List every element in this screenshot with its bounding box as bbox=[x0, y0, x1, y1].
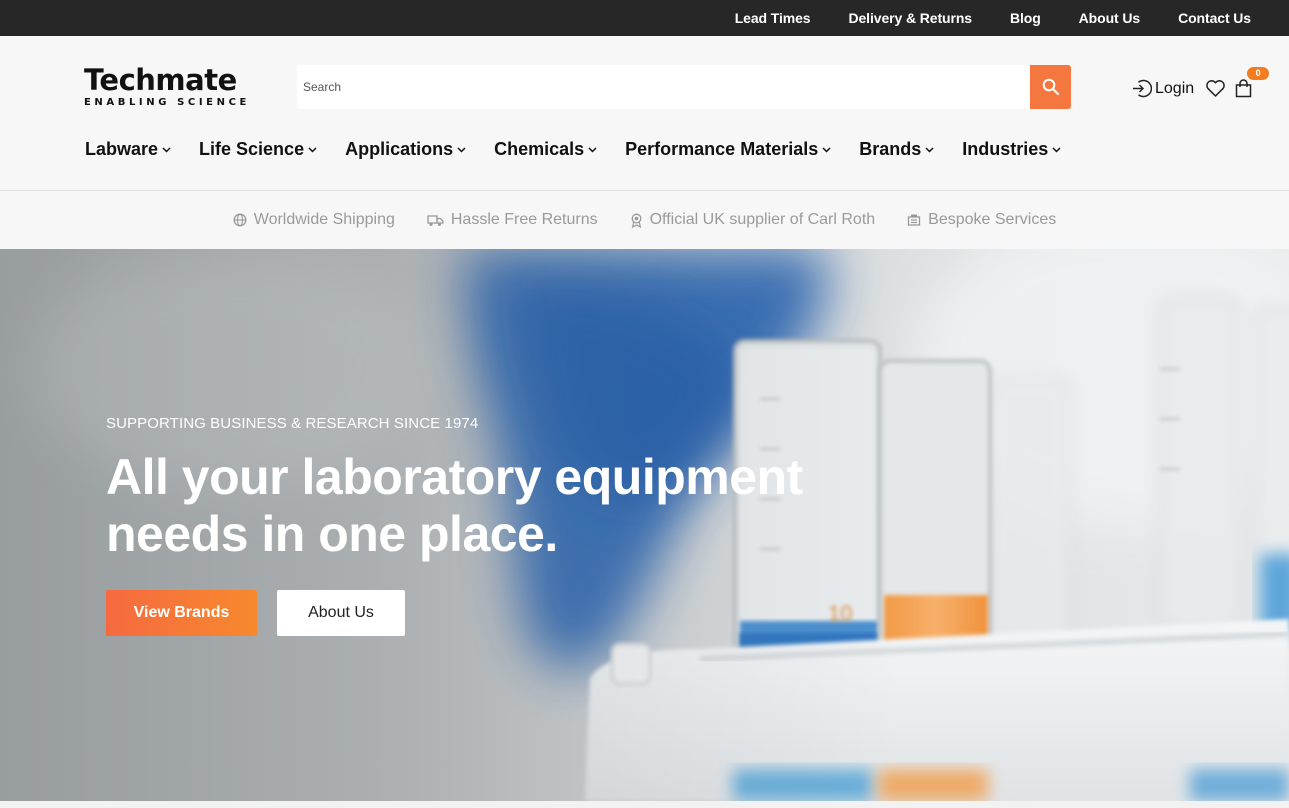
contact-us-link[interactable]: Contact Us bbox=[1178, 10, 1251, 26]
nav-label: Industries bbox=[962, 139, 1049, 159]
about-us-link[interactable]: About Us bbox=[1079, 10, 1141, 26]
nav-label: Chemicals bbox=[494, 139, 585, 159]
benefit-label: Hassle Free Returns bbox=[450, 211, 598, 228]
hero-about-us-button[interactable]: About Us bbox=[277, 590, 405, 636]
chevron-down-icon bbox=[925, 146, 934, 153]
logo-wordmark: Techmate bbox=[84, 63, 237, 97]
logo-tagline: ENABLING SCIENCE bbox=[84, 97, 250, 108]
nav-item-industries[interactable]: Industries bbox=[962, 139, 1061, 160]
nav-item-chemicals[interactable]: Chemicals bbox=[494, 139, 597, 160]
benefit-worldwide-shipping: Worldwide Shipping bbox=[233, 211, 395, 229]
chevron-down-icon bbox=[1052, 146, 1061, 153]
chevron-down-icon bbox=[588, 146, 597, 153]
nav-item-life-science[interactable]: Life Science bbox=[199, 139, 317, 160]
cart-count-badge: 0 bbox=[1247, 67, 1270, 80]
search-icon bbox=[1042, 78, 1059, 96]
main-navigation: Labware Life Science Applications Chemic… bbox=[85, 139, 1061, 160]
benefits-bar: Worldwide Shipping Hassle Free Returns O… bbox=[0, 191, 1289, 249]
login-icon bbox=[1133, 79, 1152, 98]
chevron-down-icon bbox=[308, 146, 317, 153]
benefit-hassle-free-returns: Hassle Free Returns bbox=[427, 211, 598, 229]
site-header: Techmate ENABLING SCIENCE Login bbox=[0, 36, 1289, 191]
hero-headline: All your laboratory equipment needs in o… bbox=[106, 449, 803, 562]
search-bar bbox=[297, 65, 1071, 109]
lead-times-link[interactable]: Lead Times bbox=[735, 10, 811, 26]
search-button[interactable] bbox=[1030, 65, 1071, 109]
nav-item-performance-materials[interactable]: Performance Materials bbox=[625, 139, 831, 160]
login-label: Login bbox=[1155, 79, 1195, 97]
chevron-down-icon bbox=[457, 146, 466, 153]
benefit-label: Bespoke Services bbox=[928, 211, 1057, 228]
benefit-bespoke-services: Bespoke Services bbox=[907, 211, 1056, 229]
delivery-returns-link[interactable]: Delivery & Returns bbox=[848, 10, 972, 26]
benefit-carl-roth-supplier: Official UK supplier of Carl Roth bbox=[630, 211, 876, 229]
wishlist-button[interactable] bbox=[1205, 79, 1226, 98]
utility-links: Lead Times Delivery & Returns Blog About… bbox=[735, 0, 1289, 36]
cart-button[interactable]: 0 bbox=[1235, 67, 1270, 98]
heart-icon bbox=[1206, 80, 1225, 97]
nav-item-brands[interactable]: Brands bbox=[859, 139, 934, 160]
nav-label: Applications bbox=[345, 139, 454, 159]
view-brands-button[interactable]: View Brands bbox=[106, 590, 257, 636]
globe-icon bbox=[233, 213, 247, 227]
benefit-label: Official UK supplier of Carl Roth bbox=[649, 211, 876, 228]
techmate-logo[interactable]: Techmate ENABLING SCIENCE bbox=[84, 65, 250, 108]
search-input[interactable] bbox=[297, 65, 1030, 109]
nav-label: Labware bbox=[85, 139, 159, 159]
nav-label: Brands bbox=[859, 139, 922, 159]
benefit-label: Worldwide Shipping bbox=[253, 211, 395, 228]
award-icon bbox=[630, 213, 643, 228]
nav-label: Life Science bbox=[199, 139, 305, 159]
chevron-down-icon bbox=[162, 146, 171, 153]
shopping-bag-icon bbox=[1235, 79, 1252, 98]
machine-icon bbox=[907, 213, 921, 227]
hero-eyebrow: SUPPORTING BUSINESS & RESEARCH SINCE 197… bbox=[106, 415, 479, 432]
hero-banner: 10 SUPPORTING BUSINESS & RESEARCH SINCE … bbox=[0, 249, 1289, 801]
login-link[interactable]: Login bbox=[1131, 78, 1194, 99]
nav-item-labware[interactable]: Labware bbox=[85, 139, 171, 160]
chevron-down-icon bbox=[822, 146, 831, 153]
nav-label: Performance Materials bbox=[625, 139, 819, 159]
top-utility-bar: Lead Times Delivery & Returns Blog About… bbox=[0, 0, 1289, 36]
truck-icon bbox=[427, 214, 444, 227]
page-bottom-strip bbox=[0, 801, 1289, 808]
blog-link[interactable]: Blog bbox=[1010, 10, 1041, 26]
account-actions: Login 0 bbox=[1131, 67, 1270, 99]
nav-item-applications[interactable]: Applications bbox=[345, 139, 466, 160]
